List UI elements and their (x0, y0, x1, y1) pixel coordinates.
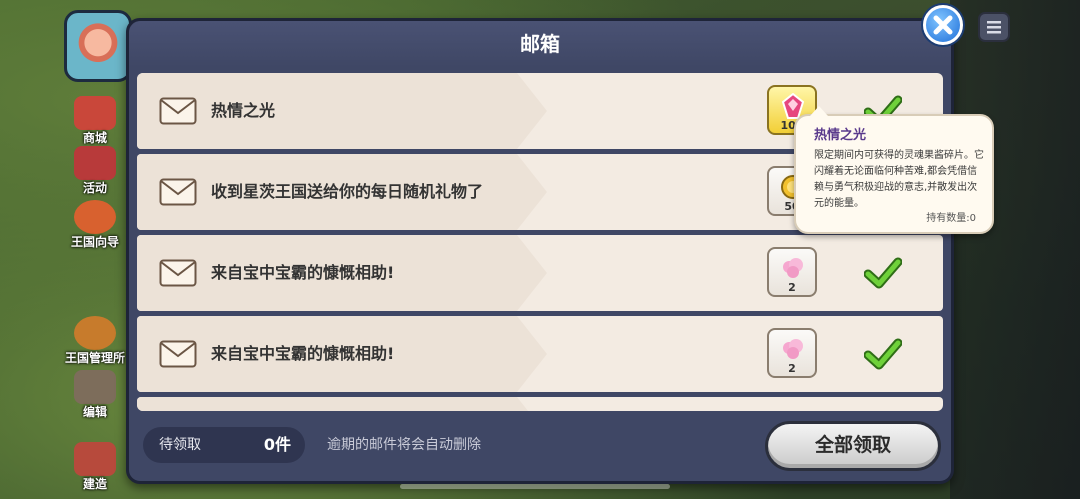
pending-label: 待领取 (159, 437, 201, 453)
shop-icon (74, 96, 116, 130)
menu-button[interactable] (978, 12, 1010, 42)
edit-arrows-icon (74, 370, 116, 404)
pink-cotton-icon (783, 339, 803, 359)
sidebar-item-shop[interactable]: 商城 (60, 94, 130, 146)
gift-icon (74, 146, 116, 180)
sidebar-item-label: 活动 (82, 181, 107, 195)
sidebar-item-edit[interactable]: 编辑 (60, 368, 130, 420)
envelope-icon (159, 97, 197, 125)
menu-icon (987, 21, 1001, 34)
mail-row[interactable] (137, 397, 943, 411)
envelope-icon (159, 340, 197, 368)
tooltip-owned-count: 持有数量:0 (926, 213, 976, 224)
check-icon (864, 257, 902, 289)
pending-counter: 待领取 0件 (143, 427, 305, 463)
sidebar-item-build[interactable]: 建造 (60, 440, 130, 492)
page-title: 邮箱 (129, 21, 951, 67)
mail-title: 收到星茨王国送给你的每日随机礼物了 (211, 182, 484, 201)
reward-item[interactable]: 2 (767, 328, 817, 378)
reward-qty: 2 (788, 281, 796, 294)
expire-note: 逾期的邮件将会自动删除 (327, 437, 481, 453)
envelope-icon (159, 259, 197, 287)
envelope-icon (159, 178, 197, 206)
check-icon (864, 338, 902, 370)
mail-title: 热情之光 (211, 101, 276, 120)
mail-row[interactable]: 来自宝中宝霸的慷慨相助! 2 (137, 235, 943, 311)
tooltip-arrow (810, 106, 828, 116)
mail-row[interactable]: 来自宝中宝霸的慷慨相助! 2 (137, 316, 943, 392)
row-shade (137, 397, 547, 411)
sidebar-item-guide[interactable]: 王国向导 (60, 198, 130, 250)
mailbox-panel: 邮箱 热情之光 100 收到星茨王国送给你的每日随机礼物了 50 来自宝中宝霸的… (126, 18, 954, 484)
background-shade (950, 0, 1080, 499)
mail-title: 来自宝中宝霸的慷慨相助! (211, 344, 395, 363)
pink-cotton-icon (783, 258, 803, 278)
close-icon (933, 15, 953, 35)
row-shade (137, 73, 547, 149)
sidebar-item-label: 编辑 (82, 405, 107, 419)
sidebar-item-label: 王国管理所 (64, 351, 125, 365)
item-tooltip: 热情之光 限定期间内可获得的灵魂果酱碎片。它闪耀着无论面临何种苦难,都会凭借信赖… (794, 106, 994, 234)
home-indicator (400, 484, 670, 489)
sidebar-item-label: 王国向导 (70, 235, 119, 249)
mailbox-footer: 待领取 0件 逾期的邮件将会自动删除 全部领取 (129, 415, 951, 481)
avatar[interactable] (64, 10, 132, 82)
sidebar-item-kingdom-admin[interactable]: 王国管理所 (60, 314, 130, 366)
build-icon (74, 442, 116, 476)
tooltip-description: 限定期间内可获得的灵魂果酱碎片。它闪耀着无论面临何种苦难,都会凭借信赖与勇气积极… (814, 150, 984, 209)
pending-count: 0件 (263, 435, 291, 454)
close-button[interactable] (923, 5, 963, 45)
sidebar-item-label: 建造 (82, 477, 107, 491)
reward-item[interactable]: 2 (767, 247, 817, 297)
reward-qty: 2 (788, 362, 796, 375)
claim-all-button[interactable]: 全部领取 (765, 421, 941, 471)
compass-icon (74, 200, 116, 234)
kingdom-admin-icon (74, 316, 116, 350)
mail-title: 来自宝中宝霸的慷慨相助! (211, 263, 395, 282)
tooltip-title: 热情之光 (814, 128, 867, 143)
sidebar: 商城 活动 王国向导 王国管理所 编辑 建造 (60, 8, 132, 499)
sidebar-item-event[interactable]: 活动 (60, 144, 130, 196)
